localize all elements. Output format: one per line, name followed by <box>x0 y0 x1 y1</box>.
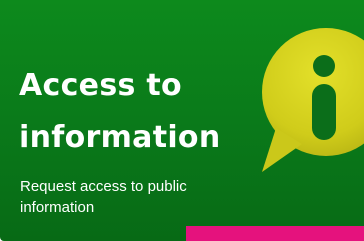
access-to-information-card[interactable]: Access to information Request access to … <box>0 0 364 241</box>
accent-bar <box>186 226 364 241</box>
card-description: Request access to public information <box>20 178 187 216</box>
info-speech-bubble-icon <box>258 24 364 174</box>
card-title: Access to information <box>19 68 221 155</box>
